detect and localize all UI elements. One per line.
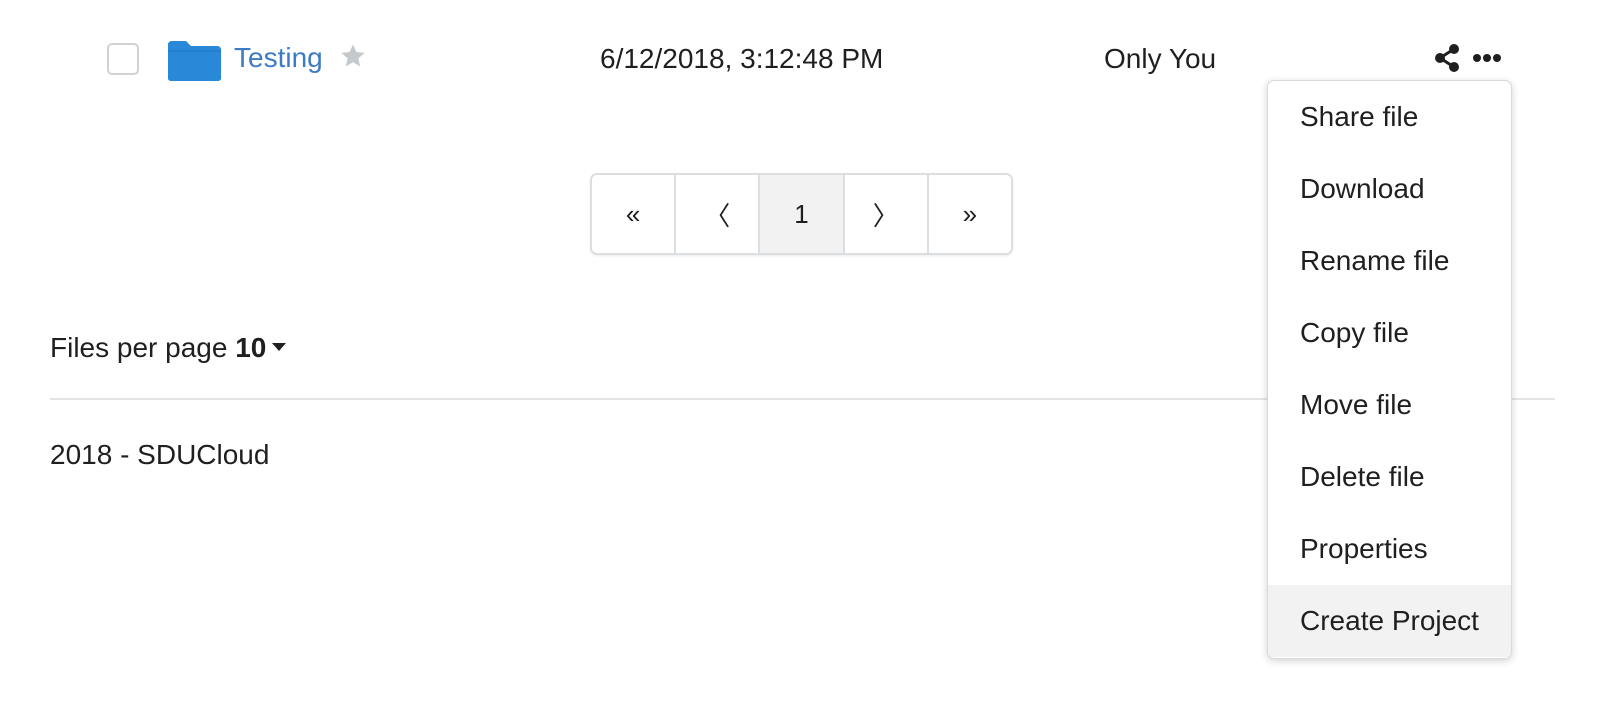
menu-item-copy-file[interactable]: Copy file — [1268, 297, 1511, 369]
files-per-page-label: Files per page — [50, 332, 228, 363]
menu-item-properties[interactable]: Properties — [1268, 513, 1511, 585]
next-page-button[interactable]: 〉 — [844, 175, 929, 253]
menu-item-download[interactable]: Download — [1268, 153, 1511, 225]
menu-item-share-file[interactable]: Share file — [1268, 81, 1511, 153]
menu-item-create-project[interactable]: Create Project — [1268, 585, 1511, 657]
menu-item-rename-file[interactable]: Rename file — [1268, 225, 1511, 297]
star-icon[interactable] — [339, 42, 367, 70]
last-page-button[interactable]: » — [928, 175, 1011, 253]
caret-down-icon[interactable] — [272, 342, 287, 351]
file-select-checkbox[interactable] — [107, 43, 139, 75]
file-modified-date: 6/12/2018, 3:12:48 PM — [600, 43, 884, 74]
footer-copyright: 2018 - SDUCloud — [50, 439, 270, 470]
file-options-menu: Share file Download Rename file Copy fil… — [1267, 80, 1512, 659]
folder-icon — [168, 41, 221, 81]
files-per-page-value[interactable]: 10 — [235, 332, 266, 363]
file-name-link[interactable]: Testing — [234, 41, 323, 75]
prev-page-button[interactable]: 〈 — [676, 175, 761, 253]
files-per-page: Files per page 10 — [50, 331, 287, 365]
file-access: Only You — [1104, 43, 1217, 74]
menu-item-delete-file[interactable]: Delete file — [1268, 441, 1511, 513]
menu-item-move-file[interactable]: Move file — [1268, 369, 1511, 441]
pagination: « 〈 1 〉 » — [590, 173, 1013, 255]
current-page-button[interactable]: 1 — [760, 175, 845, 253]
first-page-button[interactable]: « — [592, 175, 677, 253]
share-icon[interactable] — [1433, 43, 1461, 73]
more-options-icon[interactable] — [1472, 50, 1502, 66]
